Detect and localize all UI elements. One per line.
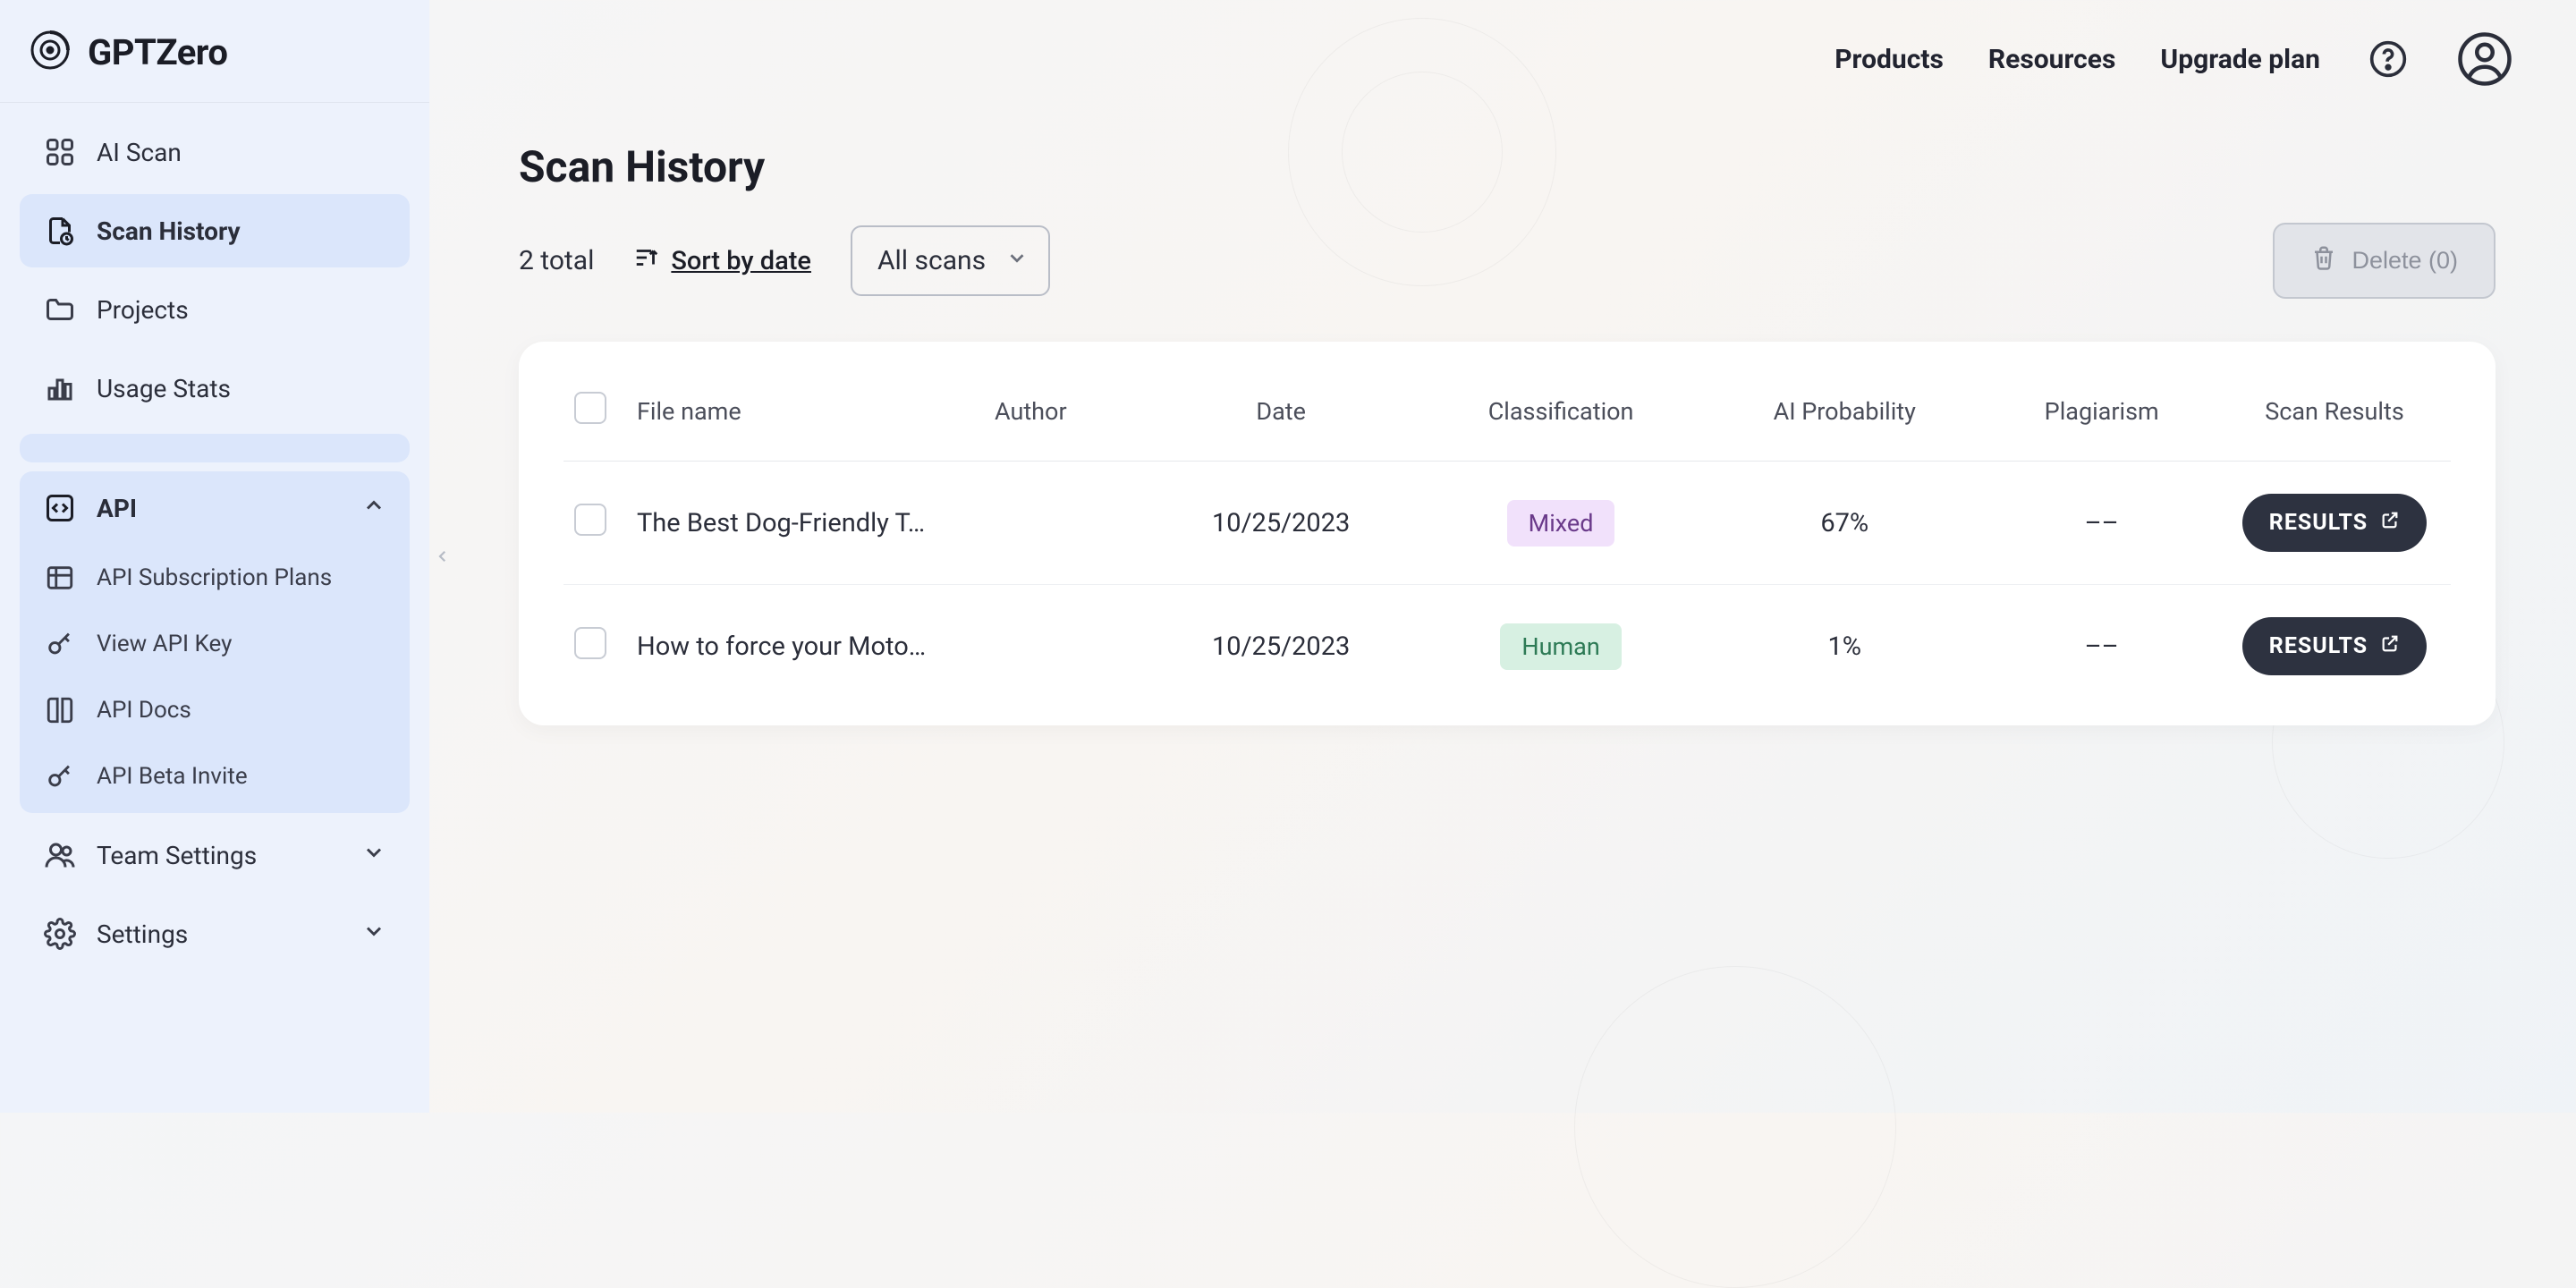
controls-row: 2 total Sort by date All scans (519, 223, 2496, 299)
row-checkbox[interactable] (574, 627, 606, 659)
page-title: Scan History (519, 141, 2496, 192)
th-ai-probability: AI Probability (1704, 377, 1985, 462)
cell-plagiarism: –– (1985, 585, 2218, 708)
sort-label: Sort by date (671, 246, 811, 276)
sidebar-item-label: API Beta Invite (97, 763, 248, 790)
topbar: Products Resources Upgrade plan (429, 0, 2576, 88)
sort-icon (633, 244, 660, 278)
cell-file-name[interactable]: How to force your Moto… (626, 585, 984, 708)
sidebar-item-team-settings[interactable]: Team Settings (20, 818, 410, 892)
delete-label: Delete (0) (2351, 247, 2458, 275)
cell-file-name[interactable]: The Best Dog-Friendly T… (626, 462, 984, 585)
api-submenu: API Subscription Plans View API Key API … (20, 545, 410, 813)
results-label: RESULTS (2269, 633, 2368, 659)
bar-chart-icon (43, 371, 77, 405)
cell-date: 10/25/2023 (1144, 585, 1418, 708)
cell-author (984, 585, 1144, 708)
sidebar-item-label: API (97, 494, 137, 523)
cell-classification: Mixed (1418, 462, 1704, 585)
sidebar-item-api[interactable]: API (20, 471, 410, 545)
results-button[interactable]: RESULTS (2242, 617, 2427, 675)
sidebar-item-label: AI Scan (97, 138, 182, 167)
sidebar-item-api-docs[interactable]: API Docs (20, 677, 410, 743)
sidebar-item-label: Usage Stats (97, 374, 231, 403)
table-row: The Best Dog-Friendly T… 10/25/2023 Mixed 6… (564, 462, 2451, 585)
cell-ai-probability: 1% (1704, 585, 1985, 708)
brand-name: GPTZero (88, 31, 227, 73)
sidebar-item-label: Projects (97, 295, 189, 325)
sidebar-item-label: API Docs (97, 697, 191, 724)
total-count: 2 total (519, 245, 594, 276)
cell-ai-probability: 67% (1704, 462, 1985, 585)
nav-spacer (20, 434, 410, 462)
sidebar-item-label: View API Key (97, 631, 232, 657)
document-clock-icon (43, 214, 77, 248)
filter-select[interactable]: All scans (851, 225, 1050, 296)
cell-author (984, 462, 1144, 585)
th-scan-results: Scan Results (2218, 377, 2451, 462)
row-checkbox[interactable] (574, 504, 606, 536)
sidebar-item-label: Scan History (97, 216, 241, 246)
classification-chip: Human (1500, 623, 1621, 670)
results-label: RESULTS (2269, 510, 2368, 536)
sidebar-item-view-api-key[interactable]: View API Key (20, 611, 410, 677)
cell-plagiarism: –– (1985, 462, 2218, 585)
th-classification: Classification (1418, 377, 1704, 462)
chevron-down-icon (361, 840, 386, 871)
th-date: Date (1144, 377, 1418, 462)
delete-button[interactable]: Delete (0) (2273, 223, 2496, 299)
external-link-icon (2380, 633, 2400, 659)
sidebar-item-label: API Subscription Plans (97, 564, 332, 591)
table-icon (43, 561, 77, 595)
cell-date: 10/25/2023 (1144, 462, 1418, 585)
book-icon (43, 693, 77, 727)
th-author: Author (984, 377, 1144, 462)
th-file-name: File name (626, 377, 984, 462)
sidebar-nav: AI Scan Scan History Projects Usage Stat… (0, 103, 429, 970)
topnav-upgrade-plan[interactable]: Upgrade plan (2160, 44, 2320, 75)
topnav-resources[interactable]: Resources (1988, 44, 2116, 75)
users-icon (43, 838, 77, 872)
scans-card: File name Author Date Classification AI … (519, 342, 2496, 725)
sort-by-date-button[interactable]: Sort by date (633, 244, 811, 278)
topnav-products[interactable]: Products (1835, 44, 1944, 75)
sidebar-item-api-subscription-plans[interactable]: API Subscription Plans (20, 545, 410, 611)
chevron-down-icon (361, 919, 386, 950)
sidebar-item-projects[interactable]: Projects (20, 273, 410, 346)
sidebar-item-label: Team Settings (97, 841, 257, 870)
account-avatar[interactable] (2456, 30, 2513, 88)
sidebar-collapse-handle[interactable] (429, 516, 456, 597)
chevron-up-icon (361, 493, 386, 524)
external-link-icon (2380, 510, 2400, 536)
sidebar-item-scan-history[interactable]: Scan History (20, 194, 410, 267)
sidebar-item-usage-stats[interactable]: Usage Stats (20, 352, 410, 425)
help-button[interactable] (2365, 36, 2411, 82)
sidebar-item-api-beta-invite[interactable]: API Beta Invite (20, 743, 410, 809)
sidebar-item-settings[interactable]: Settings (20, 897, 410, 970)
key-icon (43, 627, 77, 661)
code-icon (43, 491, 77, 525)
target-icon (29, 29, 72, 75)
chevron-down-icon (1005, 245, 1029, 276)
filter-selected-label: All scans (877, 245, 986, 276)
scans-table: File name Author Date Classification AI … (564, 377, 2451, 708)
table-row: How to force your Moto… 10/25/2023 Human 1%… (564, 585, 2451, 708)
brand-logo[interactable]: GPTZero (0, 0, 429, 103)
main-content: Products Resources Upgrade plan Scan His… (429, 0, 2576, 1113)
grid-icon (43, 135, 77, 169)
th-plagiarism: Plagiarism (1985, 377, 2218, 462)
key-icon (43, 759, 77, 793)
sidebar: GPTZero AI Scan Scan History Projects (0, 0, 429, 1113)
sidebar-item-ai-scan[interactable]: AI Scan (20, 115, 410, 189)
cell-classification: Human (1418, 585, 1704, 708)
classification-chip: Mixed (1507, 500, 1615, 547)
gear-icon (43, 917, 77, 951)
folder-icon (43, 292, 77, 326)
sidebar-item-label: Settings (97, 919, 188, 949)
results-button[interactable]: RESULTS (2242, 494, 2427, 552)
trash-icon (2310, 244, 2337, 277)
select-all-checkbox[interactable] (574, 392, 606, 424)
